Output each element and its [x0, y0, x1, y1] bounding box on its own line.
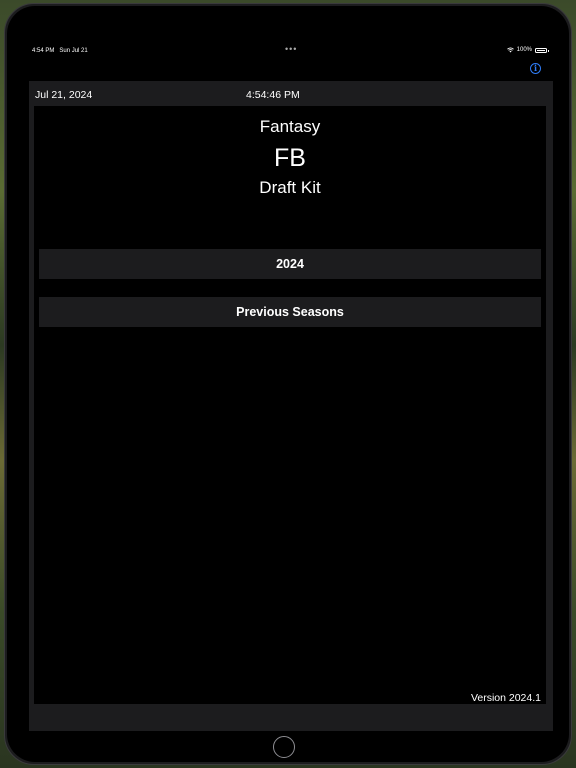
season-2024-button[interactable]: 2024 — [39, 249, 541, 279]
title-fantasy: Fantasy — [259, 117, 321, 136]
battery-percent: 100% — [516, 47, 532, 53]
main-content: Fantasy FB Draft Kit 2024 Previous Seaso… — [34, 106, 546, 704]
title-fb: FB — [274, 144, 306, 172]
screen: 4:54 PM Sun Jul 21 ••• 100% i Jul 21, 20… — [7, 6, 569, 762]
wifi-icon — [506, 47, 514, 53]
ipad-frame: 4:54 PM Sun Jul 21 ••• 100% i Jul 21, 20… — [4, 3, 572, 765]
app-panel: Jul 21, 2024 4:54:46 PM Fantasy FB Draft… — [29, 81, 553, 731]
status-indicators: 100% — [506, 47, 549, 53]
home-button-icon[interactable] — [273, 736, 295, 758]
status-time-value: 4:54 PM — [32, 48, 55, 54]
battery-icon — [535, 47, 549, 53]
status-date-value: Sun Jul 21 — [59, 48, 88, 54]
previous-seasons-button[interactable]: Previous Seasons — [39, 297, 541, 327]
title-draft-kit: Draft Kit — [259, 178, 321, 197]
header-date: Jul 21, 2024 — [35, 89, 93, 101]
header-time: 4:54:46 PM — [246, 89, 300, 101]
info-icon[interactable]: i — [530, 63, 541, 74]
multitasking-dots[interactable]: ••• — [285, 44, 297, 54]
version-label: Version 2024.1 — [470, 692, 541, 704]
status-time: 4:54 PM Sun Jul 21 — [32, 48, 88, 54]
